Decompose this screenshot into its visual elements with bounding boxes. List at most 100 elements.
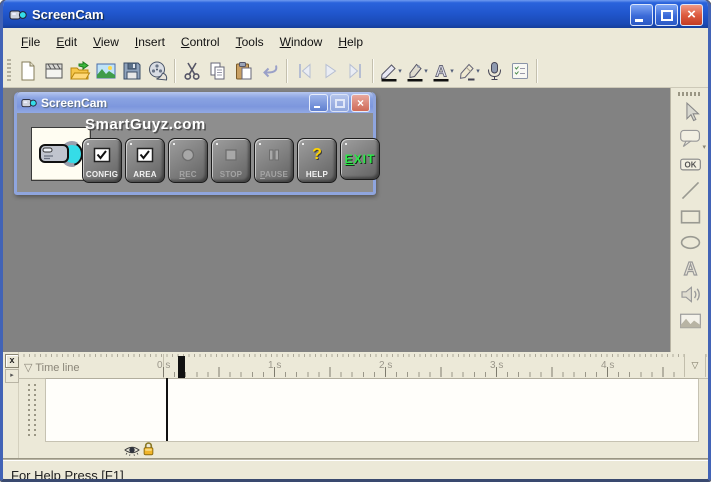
ok-button-button[interactable]: OK [674,151,706,177]
picture-tool-button[interactable] [674,307,706,333]
fw-button-stop[interactable]: STOP [211,138,251,183]
timeline-track[interactable] [45,378,699,442]
ellipse-tool-icon [678,230,703,255]
maximize-button[interactable] [330,94,349,112]
step-forward-button[interactable] [343,58,369,84]
padlock-icon[interactable] [142,441,155,456]
fw-button-label: HELP [306,170,328,179]
close-button[interactable]: × [351,94,370,112]
fw-button-exit[interactable]: EXIT [340,138,380,180]
close-button[interactable]: × [680,4,703,26]
fw-button-rec[interactable]: REC [168,138,208,183]
timeline-ruler[interactable]: ▽ Time line 0 s1 s2 s3 s4 s ▽ [18,354,708,379]
timeline-panel: x ▸ ▽ Time line 0 s1 s2 s3 s4 s ▽ [3,352,708,459]
pen-button[interactable]: ▾ [377,58,403,84]
fw-button-label: REC [179,170,197,179]
menu-item-help[interactable]: Help [330,31,371,53]
minimize-button[interactable] [309,94,328,112]
fw-button-pause[interactable]: PAUSE [254,138,294,183]
timeline-close-button[interactable]: x [5,354,19,368]
line-tool-button[interactable] [674,177,706,203]
timeline-left-column: x ▸ [3,352,19,458]
dropdown-arrow-icon[interactable]: ▾ [450,67,454,75]
ruler-label-1: 1 s [268,360,281,371]
image-frame-button[interactable] [93,58,119,84]
font-letter-button[interactable]: A▾ [429,58,455,84]
audio-speaker-button[interactable] [674,281,706,307]
open-folder-button[interactable] [67,58,93,84]
dropdown-arrow-icon[interactable]: ▾ [424,67,428,75]
step-back-button[interactable] [291,58,317,84]
audio-speaker-icon [678,282,703,307]
screencam-control-window: ScreenCam × SmartGuyz.com CONFIGAREARECS… [14,92,376,195]
close-icon: × [357,96,364,110]
svg-text:A: A [683,258,697,279]
clapperboard-button[interactable] [41,58,67,84]
toolbar-grip[interactable] [7,59,11,83]
dropdown-arrow-icon[interactable]: ▾ [398,67,402,75]
timeline-grip[interactable] [27,384,37,436]
select-arrow-button[interactable] [674,99,706,125]
ellipse-tool-button[interactable] [674,229,706,255]
save-floppy-button[interactable] [119,58,145,84]
dropdown-arrow-icon[interactable]: ▾ [476,67,480,75]
play-icon [319,60,341,82]
main-area: ScreenCam × SmartGuyz.com CONFIGAREARECS… [3,88,708,352]
menu-item-insert[interactable]: Insert [127,31,173,53]
playhead-handle[interactable] [178,356,185,380]
timeline-expand-button[interactable]: ▸ [5,369,19,383]
timeline-header: ▽ Time line [24,361,80,374]
callout-bubble-button[interactable]: ▾ [674,125,706,151]
minimize-icon [635,19,643,22]
menu-item-view[interactable]: View [85,31,127,53]
play-button[interactable] [317,58,343,84]
fw-button-area[interactable]: AREA [125,138,165,183]
svg-text:A: A [435,64,447,81]
cut-scissors-button[interactable] [179,58,205,84]
font-letter-icon: A [430,60,452,82]
new-document-button[interactable] [15,58,41,84]
text-tool-button[interactable]: A [674,255,706,281]
microphone-button[interactable] [481,58,507,84]
eraser-button[interactable]: ▾ [455,58,481,84]
camcorder-icon [21,96,37,109]
ruler-options-dropdown[interactable]: ▽ [684,354,706,377]
dropdown-arrow-icon[interactable]: ▾ [702,143,706,151]
maximize-icon [335,99,345,108]
fw-button-config[interactable]: CONFIG [82,138,122,183]
menu-item-edit[interactable]: Edit [48,31,85,53]
ruler-label-2: 2 s [379,360,392,371]
menu-item-window[interactable]: Window [272,31,331,53]
paste-clipboard-button[interactable] [231,58,257,84]
clapperboard-icon [43,60,65,82]
control-buttons: CONFIGAREA REC STOPPAUSE?HELPEXIT [82,138,380,183]
eraser-icon [456,60,478,82]
control-window-title-bar[interactable]: ScreenCam × [17,92,373,113]
copy-pages-button[interactable] [205,58,231,84]
maximize-button[interactable] [655,4,678,26]
image-frame-icon [95,60,117,82]
undo-arrow-button[interactable] [257,58,283,84]
playhead-line[interactable] [166,378,168,441]
options-list-button[interactable] [507,58,533,84]
film-reel-button[interactable] [145,58,171,84]
eye-icon[interactable] [124,443,140,455]
menu-item-control[interactable]: Control [173,31,228,53]
toolbar-grip[interactable] [678,92,702,96]
fw-button-help[interactable]: ?HELP [297,138,337,183]
save-floppy-icon [121,60,143,82]
status-bar: For Help Press [F1] [3,459,708,480]
copy-pages-icon [207,60,229,82]
close-icon: × [687,6,696,24]
minimize-button[interactable] [630,4,653,26]
line-tool-icon [678,178,703,203]
maximize-icon [661,10,673,21]
ruler-label-0: 0 s [157,360,170,371]
menu-item-file[interactable]: File [13,31,48,53]
ruler-fine-ticks [18,354,708,357]
rectangle-tool-button[interactable] [674,203,706,229]
title-bar[interactable]: ScreenCam × [3,0,708,28]
highlighter-button[interactable]: ▾ [403,58,429,84]
minimize-icon [314,106,320,108]
menu-item-tools[interactable]: Tools [228,31,272,53]
